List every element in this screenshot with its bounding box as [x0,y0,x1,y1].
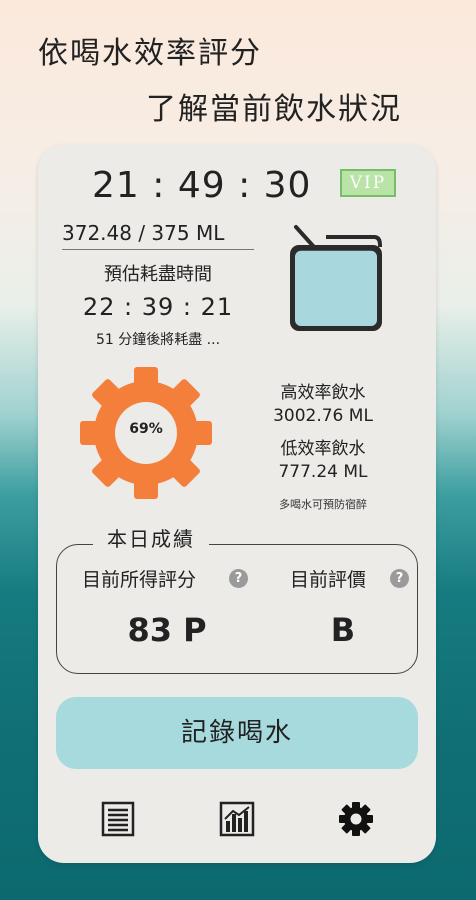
high-efficiency-label: 高效率飲水 [280,383,366,403]
low-efficiency-label: 低效率飲水 [280,439,366,459]
divider [62,249,254,250]
points-value: 83 P [127,611,207,649]
low-efficiency-value: 777.24 ML [278,462,368,482]
high-efficiency-value: 3002.76 ML [273,406,373,426]
score-section-title: 本日成績 [93,523,209,552]
estimate-label: 預估耗盡時間 [104,264,212,285]
hydration-tip: 多喝水可預防宿醉 [279,498,367,511]
main-card: 21 : 49 : 30 VIP 372.48 / 375 ML 預估耗盡時間 … [38,145,436,863]
points-label: 目前所得評分 [82,569,197,591]
grade-help-icon[interactable]: ? [390,569,409,588]
headline-line-2: 了解當前飲水狀況 [146,92,402,127]
points-help-icon[interactable]: ? [229,569,248,588]
remaining-volume: 372.48 / 375 ML [62,221,225,245]
score-panel [56,544,418,674]
grade-label: 目前評價 [290,569,367,591]
grade-value: B [330,611,356,649]
headline-line-1: 依喝水效率評分 [38,36,262,71]
estimate-note: 51 分鐘後將耗盡 ... [95,332,221,348]
bar-chart-icon[interactable] [219,801,255,837]
efficiency-percent: 69% [129,421,163,437]
current-time: 21 : 49 : 30 [92,165,312,206]
list-icon[interactable] [100,801,136,837]
record-drink-button[interactable]: 記錄喝水 [56,697,418,769]
water-container-icon[interactable] [286,219,386,335]
vip-badge[interactable]: VIP [340,169,396,197]
estimate-time: 22 : 39 : 21 [82,293,234,321]
gear-icon[interactable] [338,801,374,837]
